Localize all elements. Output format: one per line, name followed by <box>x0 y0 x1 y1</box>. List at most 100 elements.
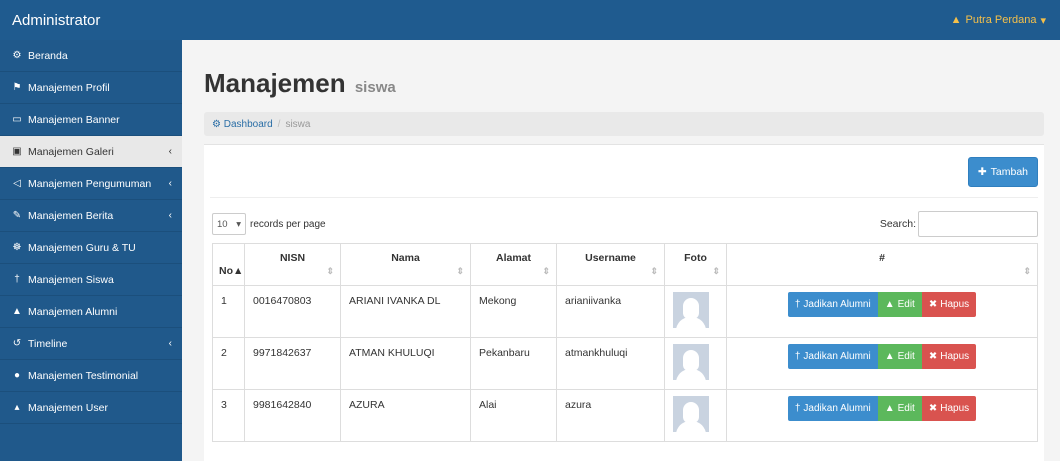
cell-nama: AZURA <box>340 389 471 442</box>
sidebar-item-label: Manajemen Pengumuman <box>28 177 152 190</box>
add-button[interactable]: ✚ Tambah <box>967 157 1038 187</box>
make-alumni-button[interactable]: † Jadikan Alumni <box>787 344 878 369</box>
search-input[interactable] <box>918 211 1038 237</box>
plus-circle-icon: ✚ <box>977 166 987 178</box>
page-length-select[interactable]: 10 ▾ <box>212 213 246 235</box>
page-subtitle: siswa <box>354 79 396 96</box>
sidebar-item-label: Beranda <box>28 49 68 62</box>
action-button-group: † Jadikan Alumni ▲ Edit ✖ Hapus <box>787 344 977 369</box>
column-header-username[interactable]: Username ⇕ <box>556 243 665 286</box>
user-icon: † <box>794 403 801 414</box>
comments-icon: ● <box>13 370 21 381</box>
volume-icon: ◁ <box>13 178 21 189</box>
chevron-left-icon: ‹ <box>168 210 172 221</box>
column-header-foto[interactable]: Foto ⇕ <box>664 243 727 286</box>
sidebar-item[interactable]: † Manajemen Siswa <box>0 264 182 296</box>
image-icon: ▣ <box>12 146 22 157</box>
cell-username: azura <box>556 389 665 442</box>
sidebar-item[interactable]: ↺ Timeline ‹ <box>0 328 182 360</box>
page-length-label: records per page <box>250 218 326 230</box>
edit-button[interactable]: ▲ Edit <box>877 396 922 421</box>
column-header-alamat[interactable]: Alamat ⇕ <box>470 243 557 286</box>
avatar[interactable] <box>673 344 709 380</box>
cell-nama: ARIANI IVANKA DL <box>340 285 471 338</box>
dashboard-icon: ⚙ <box>212 118 221 130</box>
sidebar-item[interactable]: ✎ Manajemen Berita ‹ <box>0 200 182 232</box>
edit-button[interactable]: ▲ Edit <box>877 344 922 369</box>
brand-title[interactable]: Administrator <box>12 12 100 29</box>
sidebar-item-label: Manajemen Guru & TU <box>28 241 136 254</box>
breadcrumb-current: siswa <box>285 118 311 130</box>
chevron-left-icon: ‹ <box>168 178 172 189</box>
sidebar-item[interactable]: ▣ Manajemen Galeri ‹ <box>0 136 182 168</box>
cell-nisn: 9981642840 <box>244 389 341 442</box>
content-panel: ✚ Tambah 10 ▾ records per page Search: N… <box>204 144 1044 461</box>
search-control: Search: <box>880 211 1038 237</box>
students-table: No▲ NISN ⇕ Nama ⇕ Alamat ⇕ Username ⇕ Foto ⇕ … <box>212 243 1038 442</box>
sidebar-item-label: Timeline <box>28 337 68 350</box>
add-button-label: Tambah <box>990 166 1028 178</box>
cell-alamat: Mekong <box>470 285 557 338</box>
delete-button[interactable]: ✖ Hapus <box>921 396 977 421</box>
times-circle-icon: ✖ <box>928 299 938 310</box>
sidebar-item-label: Manajemen Galeri <box>28 145 114 158</box>
times-circle-icon: ✖ <box>928 403 938 414</box>
page-title-text: Manajemen <box>204 68 346 98</box>
breadcrumb: ⚙ Dashboard / siswa <box>204 112 1044 136</box>
cell-nisn: 0016470803 <box>244 285 341 338</box>
caret-down-icon: ▾ <box>1040 14 1046 27</box>
sidebar-item-label: Manajemen User <box>28 401 108 414</box>
delete-button[interactable]: ✖ Hapus <box>921 344 977 369</box>
column-header-no[interactable]: No▲ <box>212 243 245 286</box>
sidebar-item-label: Manajemen Profil <box>28 81 110 94</box>
sidebar-item[interactable]: ☸ Manajemen Guru & TU <box>0 232 182 264</box>
user-icon: † <box>794 351 801 362</box>
top-navbar: Administrator ▲ Putra Perdana ▾ <box>0 0 1060 40</box>
cell-foto <box>664 285 727 338</box>
edit-button[interactable]: ▲ Edit <box>877 292 922 317</box>
page-length-value: 10 <box>217 218 228 230</box>
avatar[interactable] <box>673 292 709 328</box>
chevron-left-icon: ‹ <box>168 338 172 349</box>
cell-nama: ATMAN KHULUQI <box>340 337 471 390</box>
user-menu[interactable]: ▲ Putra Perdana ▾ <box>951 14 1046 27</box>
sidebar-item[interactable]: ▭ Manajemen Banner <box>0 104 182 136</box>
sort-icon: ⇕ <box>456 266 464 276</box>
sidebar-item[interactable]: ◁ Manajemen Pengumuman ‹ <box>0 168 182 200</box>
sidebar-item[interactable]: ▴ Manajemen User <box>0 392 182 424</box>
breadcrumb-home[interactable]: ⚙ Dashboard <box>212 119 273 130</box>
make-alumni-button[interactable]: † Jadikan Alumni <box>787 396 878 421</box>
chevron-left-icon: ‹ <box>168 146 172 157</box>
action-button-group: † Jadikan Alumni ▲ Edit ✖ Hapus <box>787 292 977 317</box>
caret-down-icon: ▾ <box>236 218 241 230</box>
dashboard-icon: ⚙ <box>12 50 22 61</box>
flag-icon: ⚑ <box>12 82 22 93</box>
table-row: 2 9971842637 ATMAN KHULUQI Pekanbaru atmankh… <box>212 337 1038 390</box>
avatar[interactable] <box>673 396 709 432</box>
delete-button[interactable]: ✖ Hapus <box>921 292 977 317</box>
cell-actions: † Jadikan Alumni ▲ Edit ✖ Hapus <box>726 389 1038 442</box>
column-header-actions[interactable]: # ⇕ <box>726 243 1038 286</box>
sidebar-item[interactable]: ⚙ Beranda <box>0 40 182 72</box>
sort-icon: ⇕ <box>712 266 720 276</box>
column-header-nama[interactable]: Nama ⇕ <box>340 243 471 286</box>
table-row: 3 9981642840 AZURA Alai azura † Jadikan Alumni… <box>212 389 1038 442</box>
user-icon: † <box>794 299 801 310</box>
breadcrumb-separator: / <box>277 118 281 130</box>
sort-asc-icon: ▲ <box>233 265 244 277</box>
divider <box>210 197 1038 198</box>
main-content: Manajemen siswa ⚙ Dashboard / siswa ✚ Ta… <box>182 40 1060 461</box>
sidebar-item-label: Manajemen Alumni <box>28 305 118 318</box>
cell-actions: † Jadikan Alumni ▲ Edit ✖ Hapus <box>726 337 1038 390</box>
sidebar-item[interactable]: ● Manajemen Testimonial <box>0 360 182 392</box>
column-header-nisn[interactable]: NISN ⇕ <box>244 243 341 286</box>
user-admin-icon: ▴ <box>14 402 20 413</box>
sidebar-item[interactable]: ▲ Manajemen Alumni <box>0 296 182 328</box>
monitor-icon: ▭ <box>12 114 22 125</box>
page-length-control: 10 ▾ records per page <box>212 213 326 235</box>
users-icon: ☸ <box>12 242 22 253</box>
make-alumni-button[interactable]: † Jadikan Alumni <box>787 292 878 317</box>
sidebar-item[interactable]: ⚑ Manajemen Profil <box>0 72 182 104</box>
sort-icon: ⇕ <box>1023 266 1031 276</box>
page-title: Manajemen siswa <box>204 68 396 99</box>
